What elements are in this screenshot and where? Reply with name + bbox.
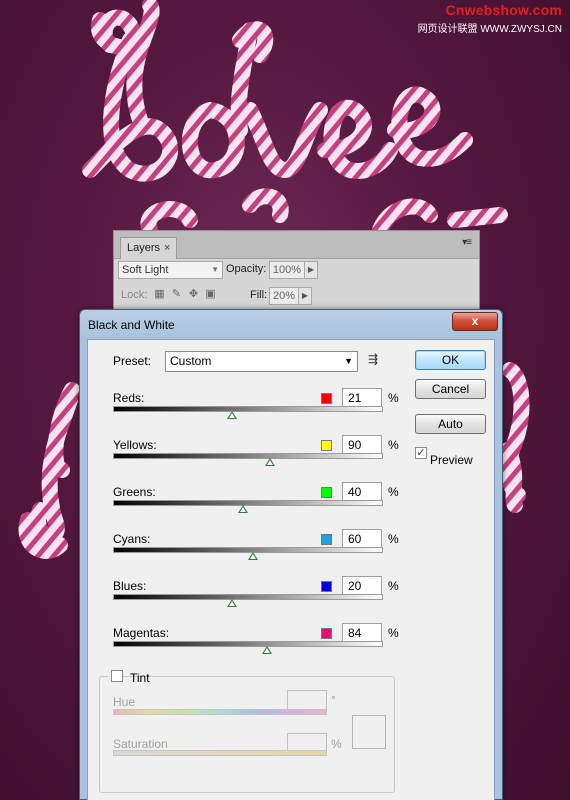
- black-and-white-dialog: Black and White x Preset: Custom ▼ ⇶ Red…: [79, 309, 503, 800]
- channel-slider-thumb[interactable]: [237, 505, 248, 513]
- channel-slider-track[interactable]: [113, 453, 383, 459]
- dialog-title: Black and White: [88, 318, 175, 332]
- percent-unit: %: [388, 438, 399, 452]
- channel-slider-thumb[interactable]: [226, 411, 237, 419]
- tab-layers-label: Layers: [127, 242, 161, 254]
- lock-brush-icon[interactable]: ✎: [170, 288, 183, 301]
- site-watermark: Cnwebshow.com 网页设计联盟 WWW.ZWYSJ.CN: [418, 2, 562, 35]
- lock-transparent-icon[interactable]: ▦: [153, 288, 166, 301]
- blend-mode-value: Soft Light: [122, 264, 169, 276]
- chevron-down-icon: ▼: [211, 265, 219, 274]
- preset-label: Preset:: [113, 354, 152, 368]
- channel-label: Yellows:: [113, 438, 157, 452]
- percent-unit: %: [388, 485, 399, 499]
- hue-unit: °: [331, 693, 336, 707]
- channel-color-swatch: [321, 628, 332, 639]
- layers-panel-topbar: Layers × ▾≡: [114, 231, 479, 259]
- cancel-button[interactable]: Cancel: [415, 379, 486, 399]
- dialog-body: Preset: Custom ▼ ⇶ Reds: 21% Yellows: 90% Gr…: [87, 339, 495, 800]
- fill-input[interactable]: 20%: [269, 287, 299, 305]
- hue-input[interactable]: [287, 690, 327, 711]
- hue-label: Hue: [113, 695, 136, 709]
- channel-slider-track[interactable]: [113, 594, 383, 600]
- channel-color-swatch: [321, 440, 332, 451]
- opacity-slider-button[interactable]: ▶: [304, 261, 318, 279]
- dialog-close-button[interactable]: x: [452, 312, 498, 331]
- tab-layers[interactable]: Layers ×: [120, 237, 178, 259]
- channel-color-swatch: [321, 581, 332, 592]
- tint-group: [99, 676, 395, 793]
- channel-label: Cyans:: [113, 532, 151, 546]
- preset-options-icon[interactable]: ⇶: [368, 352, 378, 366]
- watermark-main: Cnwebshow.com: [445, 2, 562, 18]
- lock-label: Lock:: [121, 289, 148, 301]
- channel-slider-track[interactable]: [113, 406, 383, 412]
- channel-label: Blues:: [113, 579, 147, 593]
- channel-slider-thumb[interactable]: [248, 552, 259, 560]
- lock-all-icon[interactable]: ▣: [204, 288, 217, 301]
- channel-color-swatch: [321, 487, 332, 498]
- preview-checkbox[interactable]: ✓: [415, 447, 427, 459]
- panel-menu-icon[interactable]: ▾≡: [462, 237, 472, 248]
- layers-panel: Layers × ▾≡ Soft Light ▼ Opacity: 100% ▶ …: [113, 230, 480, 310]
- channel-slider-track[interactable]: [113, 641, 383, 647]
- lock-move-icon[interactable]: ✥: [187, 288, 200, 301]
- percent-unit: %: [388, 532, 399, 546]
- channel-slider-thumb[interactable]: [261, 646, 272, 654]
- tint-label: Tint: [130, 671, 150, 685]
- fill-label: Fill:: [250, 289, 268, 301]
- tint-color-swatch[interactable]: [352, 715, 386, 749]
- channel-color-swatch: [321, 393, 332, 404]
- opacity-input[interactable]: 100%: [269, 261, 305, 279]
- channel-label: Magentas:: [113, 626, 170, 640]
- channel-color-swatch: [321, 534, 332, 545]
- ok-button[interactable]: OK: [415, 350, 486, 370]
- blend-mode-select[interactable]: Soft Light ▼: [118, 261, 223, 279]
- channel-slider-track[interactable]: [113, 500, 383, 506]
- tint-checkbox[interactable]: [111, 670, 123, 682]
- opacity-label: Opacity:: [226, 263, 267, 275]
- percent-unit: %: [388, 626, 399, 640]
- preset-select[interactable]: Custom ▼: [165, 351, 358, 372]
- channel-label: Reds:: [113, 391, 145, 405]
- saturation-label: Saturation: [113, 737, 168, 751]
- percent-unit: %: [388, 579, 399, 593]
- percent-unit: %: [388, 391, 399, 405]
- close-icon[interactable]: ×: [164, 242, 170, 254]
- hue-slider[interactable]: [113, 709, 327, 715]
- preset-value: Custom: [170, 354, 212, 368]
- saturation-unit: %: [331, 737, 342, 751]
- preview-label: Preview: [430, 453, 473, 467]
- channel-slider-thumb[interactable]: [264, 458, 275, 466]
- saturation-slider[interactable]: [113, 750, 327, 756]
- channel-label: Greens:: [113, 485, 156, 499]
- fill-slider-button[interactable]: ▶: [298, 287, 312, 305]
- channel-slider-thumb[interactable]: [226, 599, 237, 607]
- chevron-down-icon: ▼: [344, 356, 353, 366]
- watermark-sub: 网页设计联盟 WWW.ZWYSJ.CN: [417, 24, 562, 35]
- tint-legend: [108, 669, 123, 685]
- auto-button[interactable]: Auto: [415, 414, 486, 434]
